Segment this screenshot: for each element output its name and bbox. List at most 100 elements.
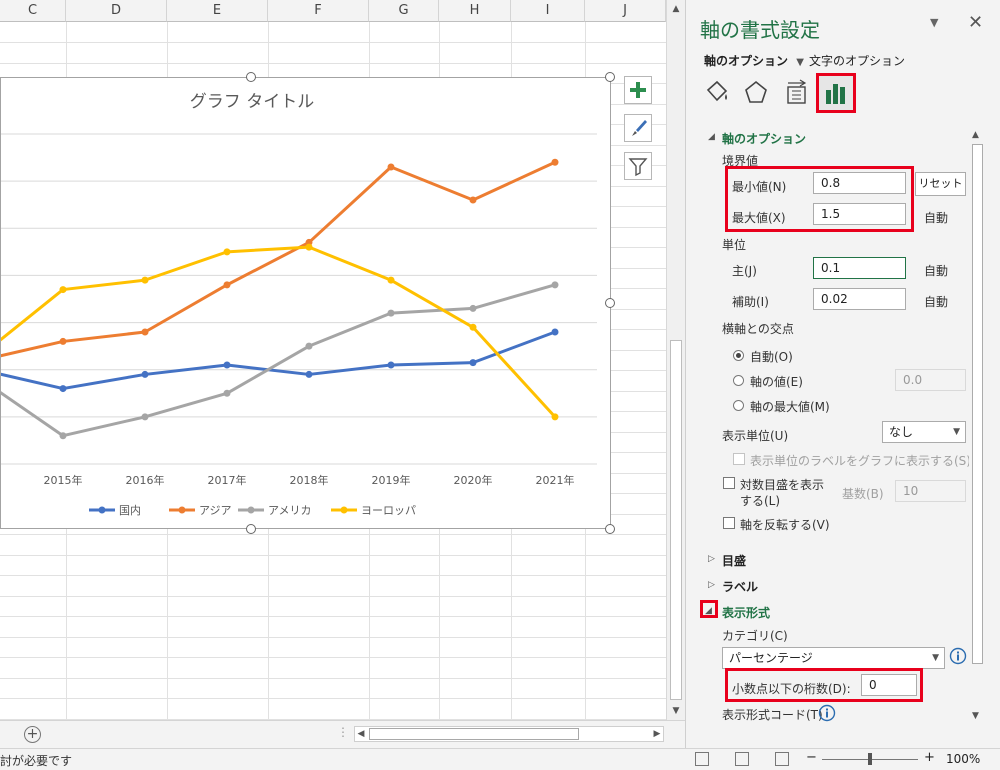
axis-options-icon [826,84,845,104]
info-icon[interactable] [949,647,967,665]
chart-styles-button[interactable] [624,114,652,142]
column-header-j[interactable]: J [585,0,666,22]
reverse-axis-checkbox[interactable] [723,517,735,529]
scroll-down-arrow[interactable]: ▼ [670,705,682,717]
section-labels[interactable]: ラベル [722,578,758,595]
splitter-handle[interactable]: ⋮ [337,725,349,739]
scroll-up-arrow[interactable]: ▲ [972,130,979,140]
pane-scrollbar[interactable]: ▲ ▼ [969,128,986,725]
normal-view-icon[interactable] [695,752,709,766]
radio-crosses-value-label[interactable]: 軸の値(E) [750,373,803,390]
data-point [469,304,477,312]
axis-options-tab[interactable] [819,76,853,110]
data-point [305,370,313,378]
major-input[interactable]: 0.1 [813,257,906,279]
column-header-i[interactable]: I [511,0,585,22]
x-tick-label: 2018年 [290,473,329,487]
max-input[interactable]: 1.5 [813,203,906,225]
horizontal-scrollbar[interactable]: ◀ ▶ [354,726,664,742]
fill-line-tab[interactable] [700,76,734,110]
size-properties-tab[interactable] [779,76,813,110]
column-header-g[interactable]: G [369,0,439,22]
column-header-f[interactable]: F [268,0,369,22]
decimals-input[interactable]: 0 [861,674,917,696]
category-select[interactable]: パーセンテージ ▼ [722,647,945,669]
zoom-out-button[interactable]: − [806,750,817,765]
column-header-c[interactable]: C [0,0,66,22]
base-label: 基数(B) [842,487,884,501]
chart-title[interactable]: グラフ タイトル [190,92,314,112]
reverse-axis-label: 軸を反転する(V) [740,518,830,532]
radio-crosses-max[interactable] [733,400,744,411]
tab-axis-options[interactable]: 軸のオプション ▼ [704,52,804,69]
add-sheet-button[interactable]: + [24,726,41,743]
scroll-thumb[interactable] [670,340,682,700]
zoom-level[interactable]: 100% [946,752,980,766]
resize-handle-top-right[interactable] [605,72,615,82]
log-scale-checkbox[interactable] [723,477,735,489]
zoom-slider-thumb[interactable] [868,753,872,765]
crosses-value-input[interactable]: 0.0 [895,369,966,391]
data-point [141,413,149,421]
grid-line [0,596,666,597]
grid-line [0,555,666,556]
scroll-thumb[interactable] [369,728,579,740]
page-layout-view-icon[interactable] [735,752,749,766]
resize-handle-right[interactable] [605,298,615,308]
log-scale-label-line2: する(L) [740,494,781,508]
chart-legend[interactable]: 国内 アジア アメリカ ヨーロッパ [89,503,416,517]
sheet-tab-bar: + ⋮ ◀ ▶ [0,720,685,748]
scroll-left-arrow[interactable]: ◀ [355,727,367,741]
line-chart[interactable]: グラフ タイトル 2015年 2016年 2017年 2018年 2019年 2020年 2… [0,77,611,529]
base-input[interactable]: 10 [895,480,966,502]
data-point [469,196,477,204]
column-header-h[interactable]: H [439,0,511,22]
resize-handle-bottom-right[interactable] [605,524,615,534]
section-axis-options[interactable]: 軸のオプション [722,130,806,147]
zoom-in-button[interactable]: + [924,750,935,765]
min-input[interactable]: 0.8 [813,172,906,194]
radio-crosses-max-label[interactable]: 軸の最大値(M) [750,398,830,415]
effects-tab[interactable] [739,76,773,110]
grid-line [0,698,666,699]
chevron-down-icon: ▼ [953,427,960,437]
units-label: 単位 [722,238,747,252]
display-units-select[interactable]: なし ▼ [882,421,966,443]
section-number-format[interactable]: 表示形式 [722,604,770,621]
scroll-right-arrow[interactable]: ▶ [651,727,663,741]
scroll-down-arrow[interactable]: ▼ [972,711,979,721]
tab-text-options[interactable]: 文字のオプション [809,52,905,69]
reset-button[interactable]: リセット [915,172,966,196]
chevron-down-icon: ▼ [796,57,804,68]
vertical-scrollbar[interactable]: ▲ ▼ [666,0,685,720]
worksheet[interactable]: C D E F G H I J グラフ タイトル 2015年 2016年 2017年… [0,0,685,748]
expand-triangle-icon[interactable]: ▷ [708,580,715,590]
chart-filters-button[interactable] [624,152,652,180]
scroll-up-arrow[interactable]: ▲ [670,3,682,15]
effects-icon [745,80,767,103]
pane-options-dropdown[interactable]: ▼ [930,16,938,29]
pane-title: 軸の書式設定 [700,18,820,42]
series-line [1,245,557,418]
radio-crosses-auto[interactable] [733,350,744,361]
radio-crosses-auto-label[interactable]: 自動(O) [750,348,793,365]
chart-elements-button[interactable] [624,76,652,104]
scroll-thumb[interactable] [972,144,983,664]
column-header-e[interactable]: E [167,0,268,22]
section-ticks[interactable]: 目盛 [722,552,746,569]
chart-series[interactable] [1,158,559,440]
expand-triangle-icon[interactable]: ▷ [708,554,715,564]
column-header-d[interactable]: D [66,0,167,22]
grid-line [0,575,666,576]
data-point [305,243,313,251]
collapse-triangle-icon[interactable]: ◢ [708,132,715,142]
info-icon[interactable] [818,704,836,722]
resize-handle-top[interactable] [246,72,256,82]
radio-crosses-value[interactable] [733,375,744,386]
resize-handle-bottom[interactable] [246,524,256,534]
page-break-view-icon[interactable] [775,752,789,766]
collapse-triangle-icon[interactable]: ◢ [705,606,712,616]
minor-input[interactable]: 0.02 [813,288,906,310]
show-units-checkbox[interactable] [733,453,745,465]
close-pane-button[interactable]: ✕ [968,12,983,33]
